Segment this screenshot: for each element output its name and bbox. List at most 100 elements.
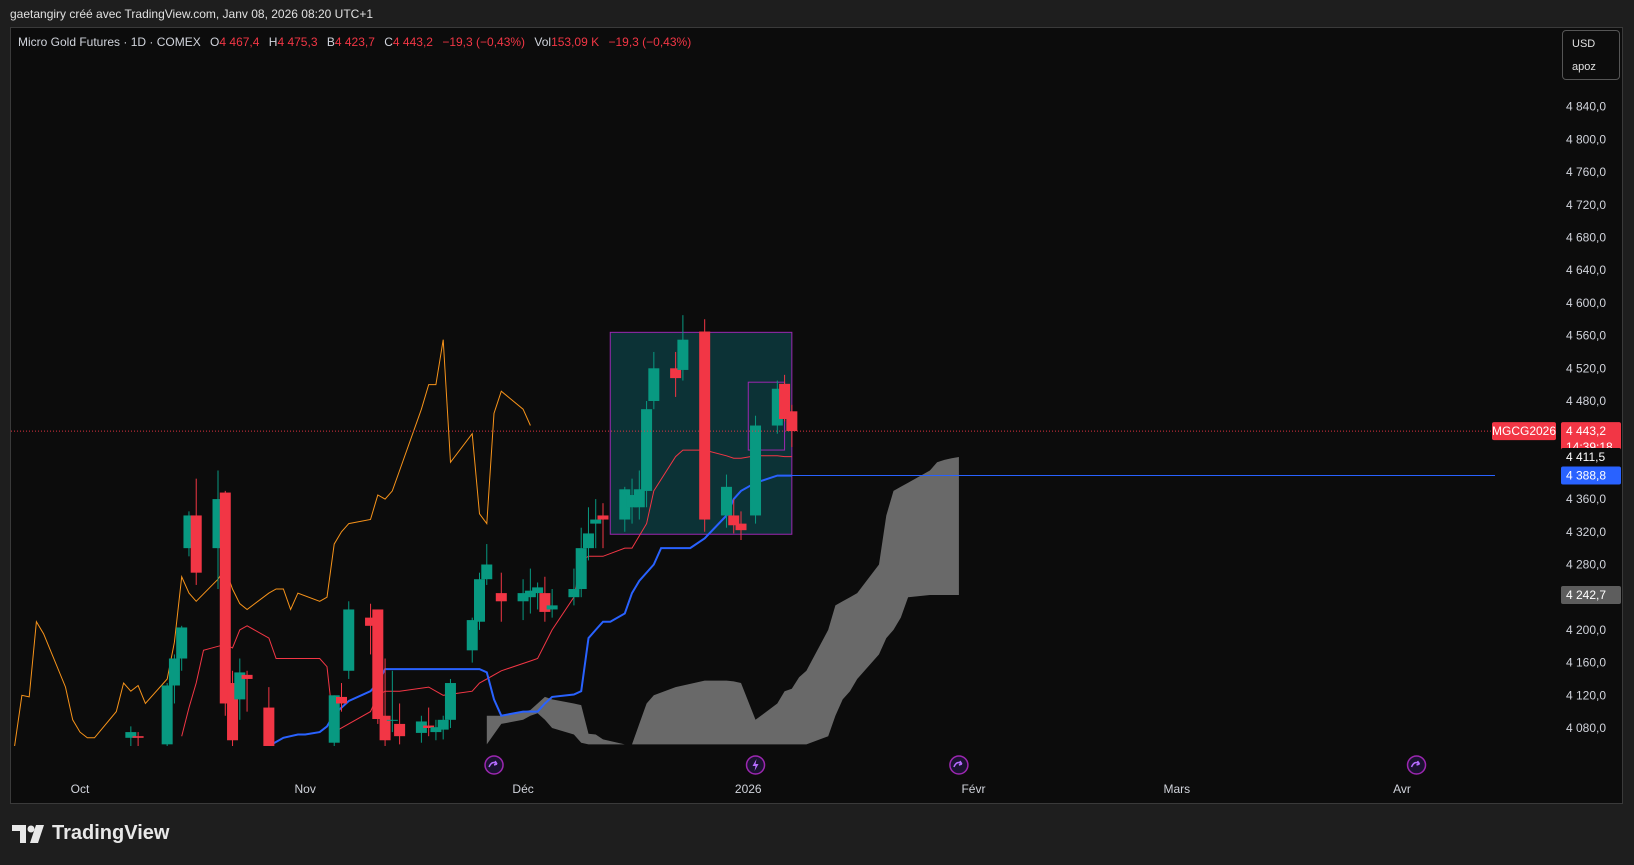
candle-body	[633, 489, 645, 508]
candle	[539, 576, 551, 622]
candle-body	[597, 515, 609, 520]
candle-body	[335, 696, 347, 704]
candle-body	[161, 685, 173, 745]
price-tick-label: 4 840,0	[1566, 100, 1606, 114]
candle-body	[720, 486, 732, 516]
candle	[597, 503, 609, 549]
candle	[394, 703, 406, 745]
price-tick-label: 4 680,0	[1566, 231, 1606, 245]
candle-body	[132, 736, 144, 738]
price-tick-label: 4 200,0	[1566, 623, 1606, 637]
candle-body	[546, 605, 558, 610]
price-tick-label: 4 160,0	[1566, 656, 1606, 670]
tradingview-logo[interactable]: TradingView	[12, 822, 169, 845]
price-tick-label: 4 360,0	[1566, 492, 1606, 506]
price-tick-label: 4 600,0	[1566, 296, 1606, 310]
candle	[372, 609, 384, 724]
candle-body	[495, 593, 507, 602]
candle-body	[263, 707, 275, 746]
candle	[415, 715, 427, 743]
candle-body	[590, 519, 602, 524]
candle-body	[582, 533, 594, 549]
price-label: 4 388,8	[1561, 466, 1621, 485]
event-markers[interactable]	[484, 755, 1427, 775]
price-axis[interactable]: 4 840,0 4 800,0 4 760,0 4 720,0 4 680,0 4 640…	[1566, 100, 1606, 735]
price-label: 4 411,5	[1561, 447, 1621, 466]
candle	[343, 601, 355, 679]
price-label-text: 4 411,5	[1566, 450, 1605, 464]
candle	[474, 572, 486, 630]
candle-body	[699, 331, 711, 520]
candle-body	[474, 579, 486, 622]
symbol-tag: MGCG2026	[1492, 422, 1556, 441]
candle	[495, 572, 507, 622]
candle-body	[437, 719, 449, 730]
candle-body	[168, 658, 180, 686]
candle	[517, 579, 529, 621]
price-tick-label: 4 800,0	[1566, 132, 1606, 146]
time-tick-label: Nov	[295, 782, 316, 796]
candle-body	[735, 523, 747, 531]
candle-body	[481, 564, 493, 580]
currency-scale-button[interactable]: USD apoz	[1562, 30, 1620, 80]
candle	[161, 683, 173, 746]
symbol-tag-text: MGCG2026	[1492, 424, 1556, 438]
candle-body	[176, 627, 188, 659]
arrow-icon[interactable]	[949, 755, 969, 775]
arrow-icon[interactable]	[484, 755, 504, 775]
candle	[219, 490, 231, 716]
time-axis[interactable]: Oct Nov Déc 2026 Févr Mars Avr	[71, 782, 1411, 796]
candle-body	[750, 425, 762, 516]
arrow-icon[interactable]	[1406, 755, 1427, 775]
price-label-text: 4 242,7	[1566, 588, 1606, 602]
time-tick-label: Déc	[512, 782, 533, 796]
scale-sub-label: apoz	[1572, 61, 1596, 73]
candle-body	[575, 548, 587, 590]
candle	[466, 617, 478, 663]
candle-body	[343, 609, 355, 671]
time-tick-label: Mars	[1163, 782, 1190, 796]
candle	[750, 415, 762, 524]
candle-body	[190, 515, 202, 573]
price-tick-label: 4 120,0	[1566, 688, 1606, 702]
last-price-value: 4 443,2	[1566, 424, 1606, 438]
candle	[481, 544, 493, 585]
candle-body	[372, 609, 384, 720]
candle-body	[386, 719, 398, 721]
price-tick-label: 4 760,0	[1566, 165, 1606, 179]
price-tags: MGCG2026 4 443,214:39:184 411,54 388,84 2…	[1492, 422, 1621, 604]
candle-body	[379, 715, 391, 741]
candle-body	[394, 723, 406, 737]
candle-body	[648, 368, 660, 401]
time-tick-label: 2026	[735, 782, 762, 796]
time-tick-label: Févr	[961, 782, 985, 796]
candle-body	[444, 683, 456, 720]
candle	[699, 319, 711, 532]
price-tick-label: 4 480,0	[1566, 394, 1606, 408]
price-tick-label: 4 640,0	[1566, 263, 1606, 277]
tradingview-logo-icon	[12, 824, 44, 843]
price-tick-label: 4 720,0	[1566, 198, 1606, 212]
candle-body	[241, 674, 253, 679]
price-tick-label: 4 280,0	[1566, 558, 1606, 572]
brand-name: TradingView	[52, 822, 170, 844]
price-chart[interactable]: 4 840,0 4 800,0 4 760,0 4 720,0 4 680,0 4 640…	[0, 0, 1634, 865]
candle-body	[532, 587, 544, 594]
lightning-icon[interactable]	[745, 755, 766, 775]
price-label-text: 4 388,8	[1566, 469, 1606, 483]
candle-body	[466, 620, 478, 651]
candle-body	[568, 589, 580, 598]
time-tick-label: Avr	[1393, 782, 1411, 796]
price-label: 4 242,7	[1561, 585, 1621, 604]
price-tick-label: 4 320,0	[1566, 525, 1606, 539]
price-tick-label: 4 560,0	[1566, 329, 1606, 343]
candle-body	[641, 409, 653, 491]
candle	[190, 478, 202, 585]
candle	[263, 687, 275, 746]
time-tick-label: Oct	[71, 782, 90, 796]
currency-label: USD	[1572, 38, 1596, 50]
candle-body	[219, 492, 231, 704]
price-tick-label: 4 520,0	[1566, 361, 1606, 375]
candle-body	[786, 411, 798, 432]
price-tick-label: 4 080,0	[1566, 721, 1606, 735]
